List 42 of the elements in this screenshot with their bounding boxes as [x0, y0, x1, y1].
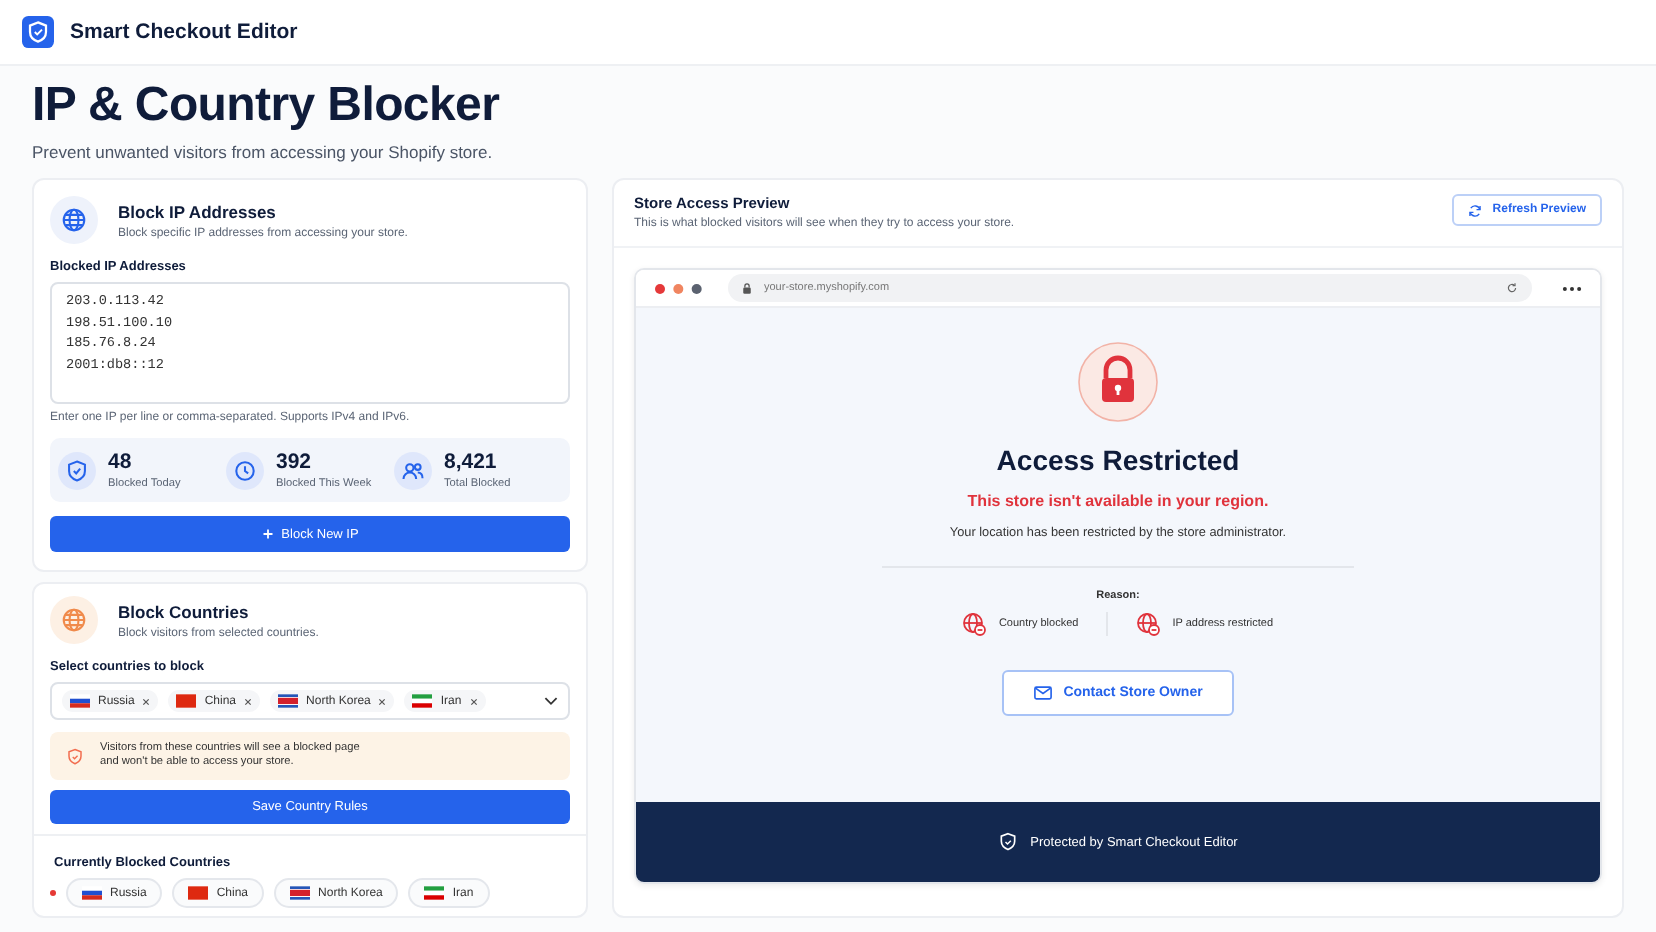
stat-value: 8,421 — [444, 450, 499, 474]
plus-icon — [261, 528, 274, 540]
alert-text: This store isn't available in your region. — [967, 492, 1269, 510]
chevron-down-icon[interactable] — [544, 696, 558, 706]
remove-icon[interactable] — [244, 697, 253, 705]
status-dot-icon — [50, 890, 56, 896]
globe-icon — [50, 596, 98, 644]
more-icon[interactable] — [1562, 285, 1582, 291]
stat-value: 48 — [108, 450, 134, 474]
flag-icon — [70, 694, 90, 708]
flag-icon — [176, 694, 197, 708]
mail-icon — [1033, 686, 1052, 700]
remove-icon[interactable] — [378, 697, 387, 705]
lock-icon — [742, 282, 752, 294]
page-subtitle: Prevent unwanted visitors from accessing your Shopify store. — [32, 142, 495, 162]
flag-icon — [424, 886, 445, 900]
stat-value: 392 — [276, 450, 314, 474]
flag-icon — [290, 886, 311, 900]
shield-icon — [58, 451, 96, 489]
page-title: IP & Country Blocker — [32, 78, 502, 134]
refresh-icon — [1468, 203, 1483, 217]
reload-icon[interactable] — [1506, 282, 1518, 294]
flag-icon — [278, 694, 299, 708]
clock-icon — [226, 451, 264, 489]
shield-icon — [66, 747, 84, 765]
flag-icon — [188, 886, 209, 900]
shield-icon — [998, 832, 1019, 852]
shield-logo-icon — [22, 16, 54, 48]
remove-icon[interactable] — [469, 697, 478, 705]
card-title: Block IP Addresses — [118, 201, 278, 221]
users-icon — [394, 451, 432, 489]
flag-icon — [412, 694, 433, 708]
card-title: Block Countries — [118, 601, 251, 621]
access-restricted-heading: Access Restricted — [996, 444, 1240, 476]
globe-icon — [50, 196, 98, 244]
globe-blocked-icon — [1136, 612, 1161, 636]
globe-blocked-icon — [962, 612, 987, 636]
remove-icon[interactable] — [142, 697, 151, 705]
flag-icon — [82, 886, 102, 900]
app-name: Smart Checkout Editor — [70, 20, 298, 44]
lock-icon — [1078, 342, 1158, 422]
window-controls-icon — [654, 283, 706, 293]
